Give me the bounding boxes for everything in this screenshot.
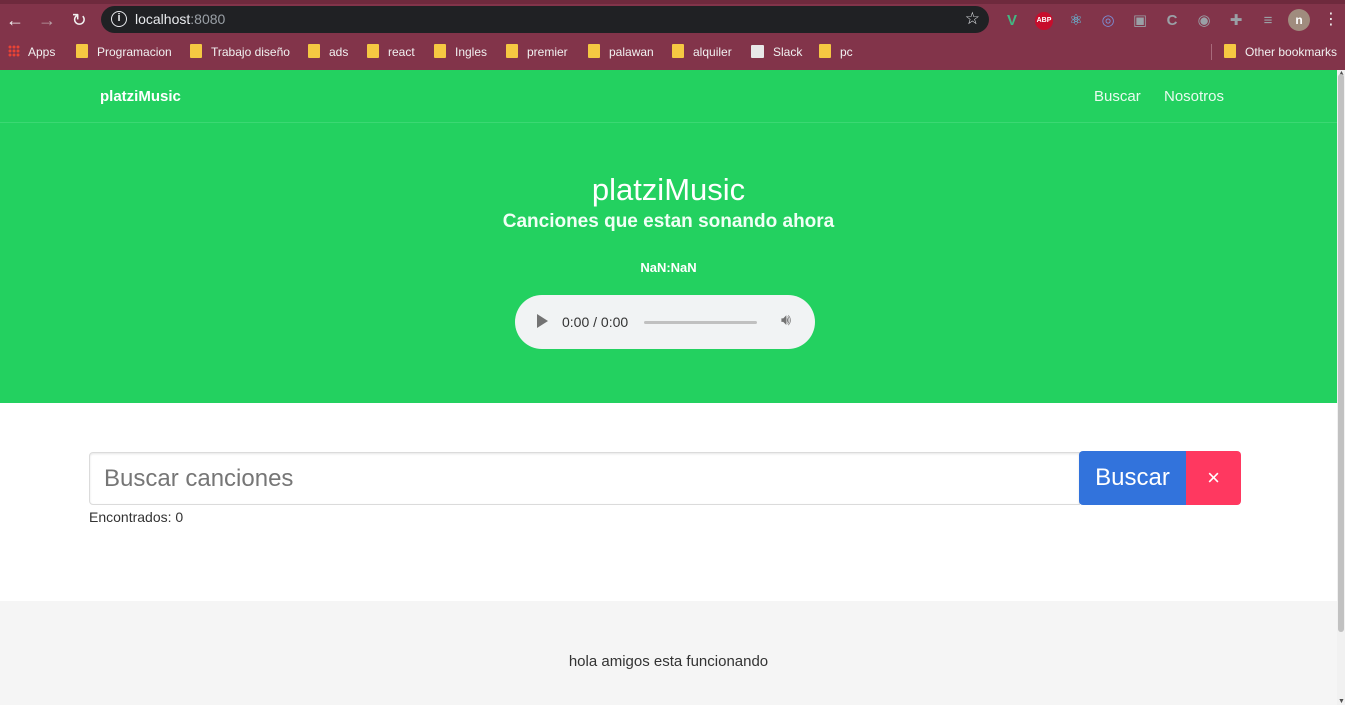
url-port: :8080 bbox=[190, 11, 226, 27]
player-time: 0:00 / 0:00 bbox=[562, 314, 629, 330]
slack-icon bbox=[751, 45, 764, 58]
bookmark-label: react bbox=[388, 45, 415, 59]
play-icon[interactable] bbox=[537, 314, 548, 328]
bookmark-label: Trabajo diseño bbox=[211, 45, 290, 59]
forward-icon[interactable]: → bbox=[35, 8, 59, 32]
bookmark-slack[interactable]: Slack bbox=[751, 43, 802, 61]
folder-icon bbox=[76, 44, 88, 58]
footer: hola amigos esta funcionando bbox=[0, 601, 1337, 705]
bookmark-label: Ingles bbox=[455, 45, 488, 59]
bookmark-folder[interactable]: Programacion bbox=[76, 43, 172, 61]
hero-title: platziMusic bbox=[591, 172, 746, 207]
folder-icon bbox=[1224, 44, 1236, 58]
search-input[interactable] bbox=[89, 452, 1080, 505]
volume-icon[interactable]: 🔊︎ bbox=[781, 312, 791, 330]
bookmark-label: palawan bbox=[609, 45, 654, 59]
brand-logo[interactable]: platziMusic bbox=[100, 88, 181, 105]
bookmarks-bar: Apps Programacion Trabajo diseño ads rea… bbox=[0, 36, 1345, 68]
search-button[interactable]: Buscar bbox=[1079, 451, 1186, 505]
footer-text: hola amigos esta funcionando bbox=[568, 653, 769, 670]
bookmark-folder[interactable]: react bbox=[367, 43, 415, 61]
reload-icon[interactable]: ↻ bbox=[67, 8, 91, 32]
folder-icon bbox=[434, 44, 446, 58]
page-content: platziMusic Buscar Nosotros platziMusic … bbox=[0, 70, 1337, 705]
vue-devtools-icon[interactable]: V bbox=[1003, 12, 1021, 30]
browser-toolbar: ← → ↻ i localhost:8080 ☆ V ABP ⚛ ◎ ▣ C ◉ ✚ ≡ n ⋮ bbox=[0, 4, 1345, 36]
extension-circle-icon[interactable]: ◎ bbox=[1099, 12, 1117, 30]
bookmark-star-icon[interactable]: ☆ bbox=[965, 9, 980, 29]
address-bar[interactable]: i localhost:8080 ☆ bbox=[101, 6, 989, 33]
browser-chrome: ← → ↻ i localhost:8080 ☆ V ABP ⚛ ◎ ▣ C ◉ ✚ ≡ n ⋮… bbox=[0, 0, 1345, 70]
bookmark-folder[interactable]: palawan bbox=[588, 43, 654, 61]
results-count: Encontrados: 0 bbox=[89, 509, 184, 525]
bookmark-label: premier bbox=[527, 45, 568, 59]
bookmark-apps[interactable]: Apps bbox=[8, 43, 55, 61]
react-devtools-icon[interactable]: ⚛ bbox=[1067, 12, 1085, 30]
nav-link-buscar[interactable]: Buscar bbox=[1094, 88, 1141, 105]
media-queue-icon[interactable]: ≡ bbox=[1259, 12, 1277, 30]
puzzle-icon[interactable]: ✚ bbox=[1227, 12, 1245, 30]
hero-subtitle: Canciones que estan sonando ahora bbox=[502, 211, 835, 232]
address-url[interactable]: localhost:8080 bbox=[135, 11, 225, 27]
bookmark-label: Slack bbox=[773, 45, 803, 59]
screenshot-icon[interactable]: ▣ bbox=[1131, 12, 1149, 30]
folder-icon bbox=[308, 44, 320, 58]
folder-icon bbox=[672, 44, 684, 58]
bookmark-folder[interactable]: alquiler bbox=[672, 43, 732, 61]
bookmark-folder[interactable]: pc bbox=[819, 43, 853, 61]
folder-icon bbox=[506, 44, 518, 58]
bookmark-label: ads bbox=[329, 45, 349, 59]
site-info-icon[interactable]: i bbox=[111, 11, 127, 27]
bookmark-folder[interactable]: Ingles bbox=[434, 43, 487, 61]
clear-search-button[interactable]: × bbox=[1186, 451, 1241, 505]
nav-link-nosotros[interactable]: Nosotros bbox=[1164, 88, 1224, 105]
bookmark-folder[interactable]: Trabajo diseño bbox=[190, 43, 290, 61]
scrollbar-thumb[interactable] bbox=[1338, 74, 1344, 632]
navbar: platziMusic Buscar Nosotros bbox=[0, 70, 1337, 123]
bookmark-label: pc bbox=[840, 45, 853, 59]
folder-icon bbox=[367, 44, 379, 58]
record-icon[interactable]: ◉ bbox=[1195, 12, 1213, 30]
adblock-plus-icon[interactable]: ABP bbox=[1035, 12, 1053, 30]
back-icon[interactable]: ← bbox=[3, 8, 27, 32]
hero-section: platziMusic Buscar Nosotros platziMusic … bbox=[0, 70, 1337, 403]
bookmarks-divider bbox=[1211, 44, 1212, 60]
bookmark-label: Programacion bbox=[97, 45, 172, 59]
profile-avatar[interactable]: n bbox=[1288, 9, 1310, 31]
bookmark-label: Apps bbox=[28, 45, 56, 59]
bookmark-label: Other bookmarks bbox=[1245, 45, 1338, 59]
bookmark-folder[interactable]: premier bbox=[506, 43, 568, 61]
track-timer: NaN:NaN bbox=[640, 260, 697, 275]
bookmark-other[interactable]: Other bookmarks bbox=[1224, 43, 1337, 61]
folder-icon bbox=[190, 44, 202, 58]
search-section: Buscar × Encontrados: 0 bbox=[0, 403, 1337, 601]
bookmark-folder[interactable]: ads bbox=[308, 43, 348, 61]
url-host: localhost bbox=[135, 11, 191, 27]
scroll-down-icon[interactable]: ▼ bbox=[1338, 698, 1345, 705]
folder-icon bbox=[588, 44, 600, 58]
apps-grid-icon bbox=[8, 45, 20, 57]
page-scrollbar[interactable]: ▲ ▼ bbox=[1337, 70, 1345, 705]
folder-icon bbox=[819, 44, 831, 58]
c-extension-icon[interactable]: C bbox=[1163, 12, 1181, 30]
bookmark-label: alquiler bbox=[693, 45, 732, 59]
browser-menu-icon[interactable]: ⋮ bbox=[1319, 8, 1343, 32]
seek-slider[interactable] bbox=[644, 321, 757, 324]
audio-player: 0:00 / 0:00 🔊︎ bbox=[515, 295, 815, 349]
